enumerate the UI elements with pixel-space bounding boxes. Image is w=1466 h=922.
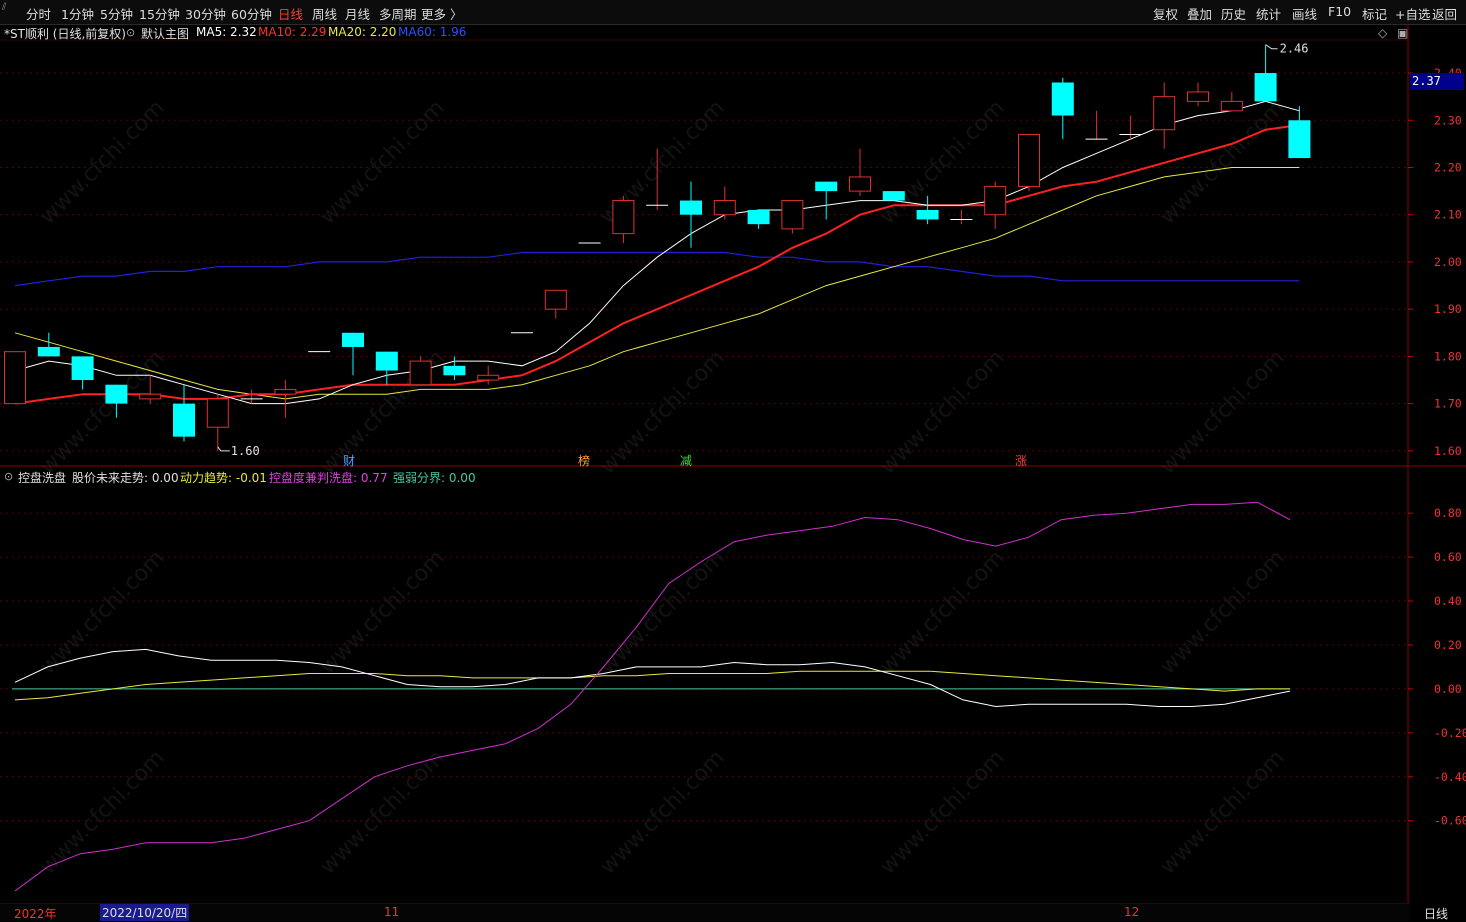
low-price-label: 1.60 <box>231 444 260 458</box>
candle-up <box>984 185 1007 216</box>
candle-up <box>1018 133 1040 187</box>
period-label: 日线 <box>1424 907 1449 921</box>
indicator-axis-label: -0.40 <box>1434 770 1466 784</box>
candle-up <box>713 200 736 216</box>
momentum-line <box>14 648 1291 708</box>
price-axis-label: 1.60 <box>1434 444 1462 458</box>
event-marker-3[interactable]: 涨 <box>1015 452 1027 469</box>
candle-down <box>1254 73 1277 102</box>
price-axis-label: 2.20 <box>1434 161 1462 175</box>
stock-chart[interactable]: 2.402.302.202.102.001.901.801.701.600.80… <box>0 0 1466 920</box>
candle-up <box>612 200 635 235</box>
candle-down <box>916 210 939 220</box>
trend-line <box>14 670 1290 701</box>
candle-down <box>1051 82 1074 116</box>
high-marker <box>1265 44 1278 50</box>
candle-down <box>747 210 770 225</box>
price-axis-label: 1.80 <box>1434 349 1462 363</box>
last-price-tag: 2.37 <box>1410 73 1464 90</box>
candle-up <box>139 393 162 400</box>
candle-down <box>1288 120 1311 159</box>
indicator-axis-label: 0.00 <box>1434 682 1462 696</box>
indicator-axis-label: 0.60 <box>1434 550 1462 564</box>
candle-down <box>815 181 838 192</box>
candle-down <box>173 403 195 437</box>
date-year: 2022年 <box>14 907 57 921</box>
low-marker <box>217 446 230 452</box>
candle-up <box>1153 96 1176 131</box>
event-marker-1[interactable]: 榜 <box>578 452 590 469</box>
candle-up <box>849 176 871 192</box>
candle-down <box>680 200 702 215</box>
candle-up <box>477 374 500 381</box>
indicator-axis-label: 0.40 <box>1434 594 1462 608</box>
candle-up <box>781 200 804 230</box>
date-nov: 11 <box>384 905 400 919</box>
high-price-label: 2.46 <box>1280 42 1309 56</box>
candle-down <box>882 191 905 201</box>
price-axis-label: 1.70 <box>1434 397 1462 411</box>
candle-down <box>37 346 60 357</box>
indicator-axis-label: -0.20 <box>1434 726 1466 740</box>
date-axis <box>0 903 1410 921</box>
candle-up <box>1220 100 1243 112</box>
candle-up <box>206 398 229 428</box>
indicator-axis-label: 0.20 <box>1434 638 1462 652</box>
candle-up <box>274 388 297 395</box>
event-marker-0[interactable]: 财 <box>343 452 355 469</box>
candle-down <box>105 384 128 404</box>
date-dec: 12 <box>1124 905 1140 919</box>
candle-up <box>4 351 26 405</box>
price-axis-label: 2.00 <box>1434 255 1462 269</box>
control-line <box>14 501 1291 892</box>
candle-down <box>443 365 466 376</box>
candle-down <box>71 356 94 380</box>
price-axis-label: 2.30 <box>1434 113 1462 127</box>
event-marker-2[interactable]: 减 <box>680 452 692 469</box>
candle-down <box>375 351 398 371</box>
candle-up <box>409 360 432 386</box>
candle-up <box>1187 91 1209 102</box>
indicator-axis-label: -0.60 <box>1434 814 1466 828</box>
date-cursor: 2022/10/20/四 <box>100 904 190 921</box>
price-axis-label: 1.90 <box>1434 302 1462 316</box>
indicator-axis-label: 0.80 <box>1434 506 1462 520</box>
candle-up <box>544 289 567 310</box>
candle-down <box>342 332 364 347</box>
price-axis-label: 2.10 <box>1434 208 1462 222</box>
